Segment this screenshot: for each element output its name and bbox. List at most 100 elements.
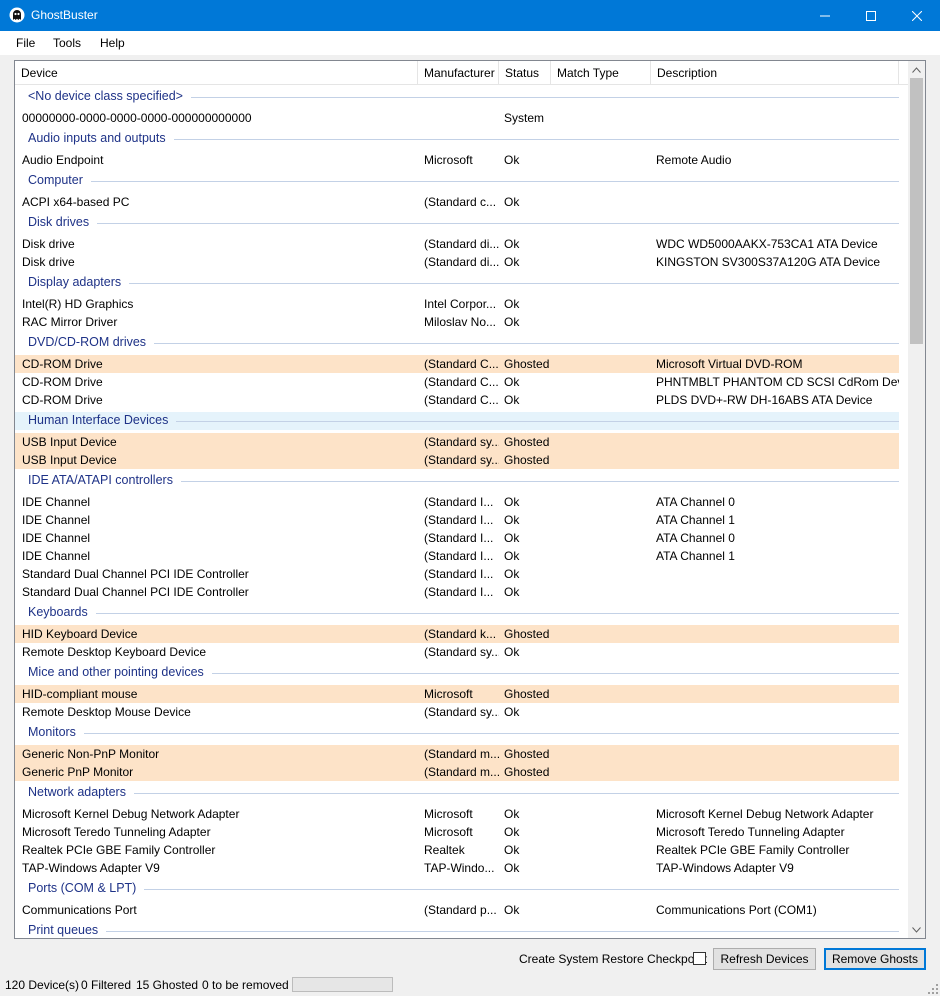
maximize-button[interactable] — [848, 0, 894, 31]
table-row[interactable]: CD-ROM Drive (Standard C... Ok PHNTMBLT PHA… — [15, 373, 899, 391]
cell-device: Standard Dual Channel PCI IDE Controller — [22, 567, 249, 581]
table-row[interactable]: Generic PnP Monitor (Standard m... Ghosted — [15, 763, 899, 781]
group-header[interactable]: Keyboards — [15, 604, 899, 622]
table-row[interactable]: Standard Dual Channel PCI IDE Controller… — [15, 583, 899, 601]
table-row[interactable]: Microsoft Kernel Debug Network Adapter Mi… — [15, 805, 899, 823]
cell-manufacturer: Microsoft — [424, 153, 473, 167]
cell-manufacturer: Intel Corpor... — [424, 297, 497, 311]
group-header[interactable]: Network adapters — [15, 784, 899, 802]
table-row[interactable]: HID Keyboard Device (Standard k... Ghosted — [15, 625, 899, 643]
scroll-down-arrow[interactable] — [908, 921, 925, 938]
table-row[interactable]: Disk drive (Standard di... Ok WDC WD5000AAK… — [15, 235, 899, 253]
group-label: Mice and other pointing devices — [28, 665, 204, 679]
cell-manufacturer: (Standard I... — [424, 513, 494, 527]
cell-device: Intel(R) HD Graphics — [22, 297, 134, 311]
group-header[interactable]: Audio inputs and outputs — [15, 130, 899, 148]
table-row[interactable]: Standard Dual Channel PCI IDE Controller… — [15, 565, 899, 583]
close-button[interactable] — [894, 0, 940, 31]
cell-manufacturer: (Standard I... — [424, 585, 494, 599]
table-row[interactable]: IDE Channel (Standard I... Ok ATA Channel 0 — [15, 529, 899, 547]
menu-file[interactable]: File — [16, 36, 35, 50]
table-row[interactable]: ACPI x64-based PC (Standard c... Ok — [15, 193, 899, 211]
cell-device: HID Keyboard Device — [22, 627, 138, 641]
restore-checkpoint-checkbox[interactable] — [693, 952, 706, 965]
group-header[interactable]: DVD/CD-ROM drives — [15, 334, 899, 352]
cell-status: Ok — [504, 255, 520, 269]
cell-status: Ok — [504, 585, 520, 599]
group-header[interactable]: Computer — [15, 172, 899, 190]
group-header[interactable]: Monitors — [15, 724, 899, 742]
column-header-device[interactable]: Device — [15, 61, 418, 85]
group-header[interactable]: Print queues — [15, 922, 899, 938]
column-header-match-type[interactable]: Match Type — [551, 61, 651, 85]
table-row[interactable]: Disk drive (Standard di... Ok KINGSTON SV30… — [15, 253, 899, 271]
resize-grip-icon[interactable] — [928, 984, 938, 994]
cell-manufacturer: (Standard C... — [424, 393, 499, 407]
column-header-description[interactable]: Description — [651, 61, 899, 85]
cell-device: CD-ROM Drive — [22, 375, 103, 389]
cell-manufacturer: (Standard C... — [424, 357, 499, 371]
table-row[interactable]: Communications Port (Standard p... Ok Commu… — [15, 901, 899, 919]
scroll-thumb[interactable] — [910, 78, 923, 344]
group-divider — [154, 343, 899, 344]
title-bar: GhostBuster — [0, 0, 940, 31]
table-row[interactable]: CD-ROM Drive (Standard C... Ghosted Microso… — [15, 355, 899, 373]
cell-device: Microsoft Kernel Debug Network Adapter — [22, 807, 240, 821]
cell-device: Disk drive — [22, 237, 75, 251]
group-header[interactable]: Disk drives — [15, 214, 899, 232]
table-row[interactable]: USB Input Device (Standard sy... Ghosted — [15, 451, 899, 469]
table-row[interactable]: IDE Channel (Standard I... Ok ATA Channel 0 — [15, 493, 899, 511]
cell-status: Ok — [504, 495, 520, 509]
cell-status: Ghosted — [504, 453, 550, 467]
cell-status: Ok — [504, 195, 520, 209]
group-header[interactable]: Ports (COM & LPT) — [15, 880, 899, 898]
table-row[interactable]: Intel(R) HD Graphics Intel Corpor... Ok — [15, 295, 899, 313]
group-header[interactable]: Display adapters — [15, 274, 899, 292]
scroll-up-arrow[interactable] — [908, 61, 925, 78]
maximize-icon — [866, 10, 876, 21]
table-row[interactable]: TAP-Windows Adapter V9 TAP-Windo... Ok TAP-… — [15, 859, 899, 877]
cell-status: Ghosted — [504, 435, 550, 449]
cell-device: HID-compliant mouse — [22, 687, 138, 701]
table-row[interactable]: Generic Non-PnP Monitor (Standard m... Gho… — [15, 745, 899, 763]
table-row[interactable]: USB Input Device (Standard sy... Ghosted — [15, 433, 899, 451]
table-row[interactable]: Microsoft Teredo Tunneling Adapter Micros… — [15, 823, 899, 841]
table-row[interactable]: Remote Desktop Mouse Device (Standard sy.… — [15, 703, 899, 721]
table-row[interactable]: RAC Mirror Driver Miloslav No... Ok — [15, 313, 899, 331]
table-row[interactable]: HID-compliant mouse Microsoft Ghosted — [15, 685, 899, 703]
column-header-status[interactable]: Status — [499, 61, 551, 85]
group-header[interactable]: IDE ATA/ATAPI controllers — [15, 472, 899, 490]
menu-help[interactable]: Help — [100, 36, 125, 50]
group-divider — [174, 139, 899, 140]
cell-description: Microsoft Kernel Debug Network Adapter — [656, 807, 874, 821]
minimize-button[interactable] — [802, 0, 848, 31]
chevron-up-icon — [912, 66, 921, 73]
table-row[interactable]: IDE Channel (Standard I... Ok ATA Channel 1 — [15, 511, 899, 529]
group-header[interactable]: Mice and other pointing devices — [15, 664, 899, 682]
status-ghosted-count: 15 Ghosted — [136, 978, 199, 992]
remove-ghosts-button[interactable]: Remove Ghosts — [824, 948, 926, 970]
menu-tools[interactable]: Tools — [53, 36, 81, 50]
cell-status: Ok — [504, 531, 520, 545]
cell-manufacturer: Microsoft — [424, 687, 473, 701]
device-list[interactable]: Device Manufacturer Status Match Type De… — [14, 60, 926, 939]
cell-status: Ok — [504, 153, 520, 167]
cell-device: Microsoft Teredo Tunneling Adapter — [22, 825, 211, 839]
cell-description: Microsoft Teredo Tunneling Adapter — [656, 825, 845, 839]
group-header[interactable]: <No device class specified> — [15, 88, 899, 106]
restore-checkpoint-label[interactable]: Create System Restore Checkpoint — [519, 952, 707, 966]
refresh-devices-button[interactable]: Refresh Devices — [713, 948, 816, 970]
table-row[interactable]: Realtek PCIe GBE Family Controller Realte… — [15, 841, 899, 859]
table-row[interactable]: Audio Endpoint Microsoft Ok Remote Audio — [15, 151, 899, 169]
minimize-icon — [820, 15, 830, 16]
group-label: Print queues — [28, 923, 99, 937]
vertical-scrollbar[interactable] — [908, 61, 925, 938]
group-divider — [134, 793, 899, 794]
cell-device: Audio Endpoint — [22, 153, 104, 167]
table-row[interactable]: CD-ROM Drive (Standard C... Ok PLDS DVD+-RW… — [15, 391, 899, 409]
column-header-manufacturer[interactable]: Manufacturer — [418, 61, 499, 85]
table-row[interactable]: 00000000-0000-0000-0000-000000000000 Syst… — [15, 109, 899, 127]
group-header[interactable]: Human Interface Devices — [15, 412, 899, 430]
table-row[interactable]: Remote Desktop Keyboard Device (Standard … — [15, 643, 899, 661]
table-row[interactable]: IDE Channel (Standard I... Ok ATA Channel 1 — [15, 547, 899, 565]
